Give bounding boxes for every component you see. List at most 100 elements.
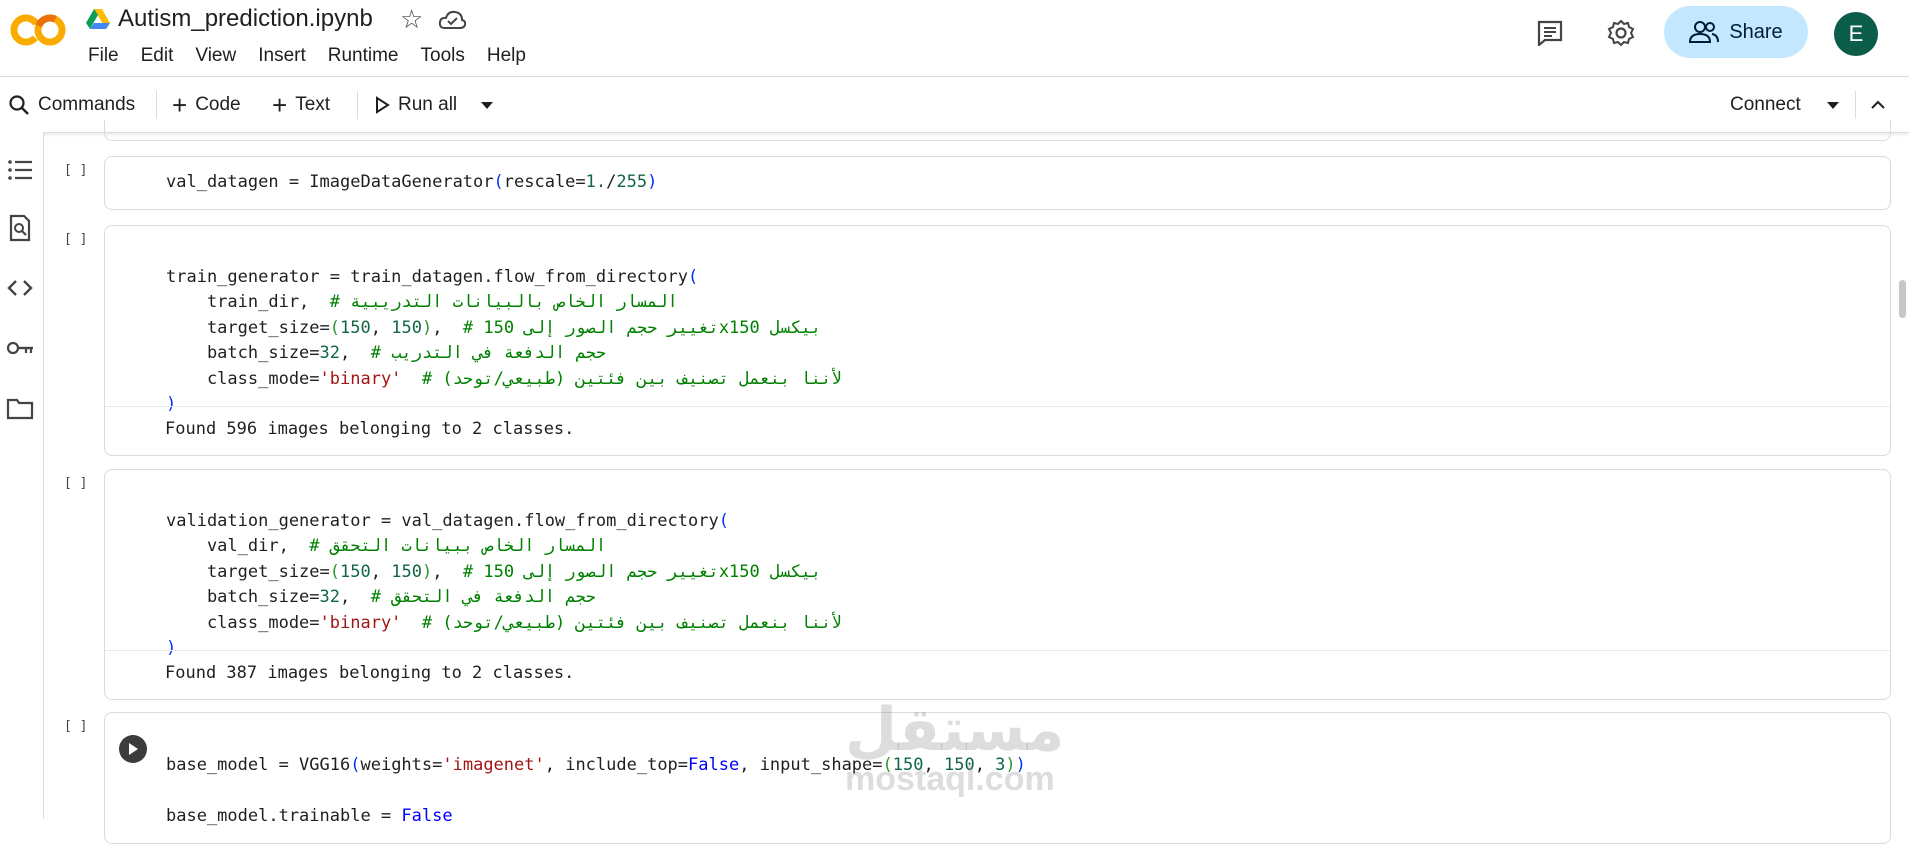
code-string: 'binary' xyxy=(319,368,402,389)
avatar[interactable]: E xyxy=(1834,12,1878,56)
colab-logo-icon[interactable] xyxy=(8,10,68,50)
code-line: target_size=(150, 150), # تغيير حجم الصو… xyxy=(166,316,842,342)
code-comment: # حجم الدفعة في التحقق xyxy=(370,587,596,607)
code-token: target_size= xyxy=(166,317,330,338)
code-token: ) xyxy=(421,561,433,582)
code-token: ( xyxy=(493,172,504,192)
code-comment: # المسار الخاص بالبيانات التدريبية xyxy=(329,292,678,312)
play-icon xyxy=(129,743,138,755)
menu-runtime[interactable]: Runtime xyxy=(328,45,399,67)
code-token: ( xyxy=(329,561,341,582)
menu-insert[interactable]: Insert xyxy=(258,45,306,67)
code-cell[interactable]: validation_generator = val_datagen.flow_… xyxy=(104,469,1891,700)
code-line: train_generator = train_datagen.flow_fro… xyxy=(166,265,842,291)
google-drive-icon[interactable] xyxy=(86,9,110,29)
code-line: batch_size=32, # حجم الدفعة في التدريب xyxy=(166,341,842,367)
code-string: 'imagenet' xyxy=(442,754,545,775)
code-token: 1. xyxy=(585,172,607,192)
secrets-key-icon[interactable] xyxy=(6,334,34,362)
code-token: ( xyxy=(718,510,729,531)
code-token: val_datagen = ImageDataGenerator xyxy=(166,172,494,192)
files-folder-icon[interactable] xyxy=(6,394,34,422)
menu-bar: File Edit View Insert Runtime Tools Help xyxy=(88,45,548,67)
code-token: ( xyxy=(687,266,699,287)
code-token: 150 xyxy=(340,317,371,338)
watermark-arabic: مستقل xyxy=(845,696,1065,763)
code-line[interactable]: val_datagen = ImageDataGenerator(rescale… xyxy=(166,170,657,196)
code-token: , xyxy=(370,561,392,582)
code-token: rescale= xyxy=(503,172,586,192)
code-token: / xyxy=(606,172,617,192)
code-token: train_dir, xyxy=(166,292,330,312)
cell-execution-count: [ ] xyxy=(64,476,88,491)
add-text-label: Text xyxy=(295,93,331,115)
code-keyword: False xyxy=(401,805,453,826)
code-token: val_dir, xyxy=(166,536,310,556)
toolbar-divider xyxy=(1855,91,1856,119)
code-token: , xyxy=(432,561,463,582)
watermark-latin: mostaql.com xyxy=(845,760,1055,798)
code-token: validation_generator = val_datagen.flow_… xyxy=(166,510,719,531)
code-token: 150 xyxy=(391,561,422,582)
code-token: ( xyxy=(350,754,361,775)
add-code-label: Code xyxy=(195,93,241,115)
code-token: target_size= xyxy=(166,561,330,582)
code-token: 32 xyxy=(319,343,341,363)
previous-cell-edge xyxy=(104,120,1891,141)
menu-file[interactable]: File xyxy=(88,45,119,67)
menu-help[interactable]: Help xyxy=(487,45,526,67)
menu-tools[interactable]: Tools xyxy=(421,45,465,67)
star-icon[interactable]: ☆ xyxy=(400,6,423,32)
code-token: 150 xyxy=(340,561,371,582)
code-line: train_dir, # المسار الخاص بالبيانات التد… xyxy=(166,290,842,316)
code-line: val_dir, # المسار الخاص ببيانات التحقق xyxy=(166,534,842,560)
code-token: base_model.trainable = xyxy=(166,805,402,826)
code-token: , xyxy=(432,317,463,338)
cloud-saved-icon[interactable] xyxy=(438,8,466,32)
comment-icon[interactable] xyxy=(1537,20,1563,46)
watermark: مستقل mostaql.com xyxy=(845,700,1064,799)
code-token: 255 xyxy=(616,172,648,192)
code-comment: # لأننا بنعمل تصنيف بين فئتين (طبيعي/توح… xyxy=(421,612,842,633)
code-line: validation_generator = val_datagen.flow_… xyxy=(166,509,842,535)
code-token: train_generator = train_datagen.flow_fro… xyxy=(166,266,688,287)
cell-execution-count: [ ] xyxy=(64,719,88,734)
code-cell[interactable]: val_datagen = ImageDataGenerator(rescale… xyxy=(104,156,1891,210)
menu-edit[interactable]: Edit xyxy=(141,45,174,67)
share-button[interactable]: Share xyxy=(1664,6,1808,58)
code-comment: # تغيير حجم الصور إلى 150x150 بيكسل xyxy=(462,561,822,582)
code-line: batch_size=32, # حجم الدفعة في التحقق xyxy=(166,585,842,611)
caret-down-icon xyxy=(481,101,493,109)
left-sidebar xyxy=(0,132,44,819)
menu-view[interactable]: View xyxy=(195,45,236,67)
table-of-contents-icon[interactable] xyxy=(6,156,34,184)
code-token: ) xyxy=(421,317,433,338)
scrollbar-thumb[interactable] xyxy=(1899,280,1906,318)
notebook-title[interactable]: Autism_prediction.ipynb xyxy=(118,5,373,33)
code-token: weights= xyxy=(360,754,443,775)
code-token: 150 xyxy=(391,317,422,338)
code-token: 32 xyxy=(319,587,341,607)
code-token: batch_size= xyxy=(166,587,320,607)
toolbar-divider xyxy=(357,91,358,119)
settings-gear-icon[interactable] xyxy=(1607,19,1635,47)
code-comment: # المسار الخاص ببيانات التحقق xyxy=(309,536,607,556)
code-token: , xyxy=(340,343,371,363)
code-line: class_mode='binary' # لأننا بنعمل تصنيف … xyxy=(166,611,842,637)
plus-icon: + xyxy=(272,89,288,120)
code-comment: # حجم الدفعة في التدريب xyxy=(370,343,607,363)
share-label: Share xyxy=(1729,20,1783,43)
scrollbar[interactable] xyxy=(1896,132,1909,819)
code-cell[interactable]: train_generator = train_datagen.flow_fro… xyxy=(104,225,1891,456)
output-text: Found 596 images belonging to 2 classes. xyxy=(165,419,575,439)
plus-icon: + xyxy=(172,89,188,120)
code-token: class_mode= xyxy=(166,612,320,633)
code-snippets-icon[interactable] xyxy=(6,274,34,302)
output-text: Found 387 images belonging to 2 classes. xyxy=(165,663,575,683)
code-line: base_model.trainable = False xyxy=(166,804,1026,830)
caret-down-icon xyxy=(1827,101,1839,109)
commands-label: Commands xyxy=(38,93,136,115)
find-replace-icon[interactable] xyxy=(6,214,34,242)
run-cell-button[interactable] xyxy=(119,735,147,763)
search-icon xyxy=(9,94,29,115)
